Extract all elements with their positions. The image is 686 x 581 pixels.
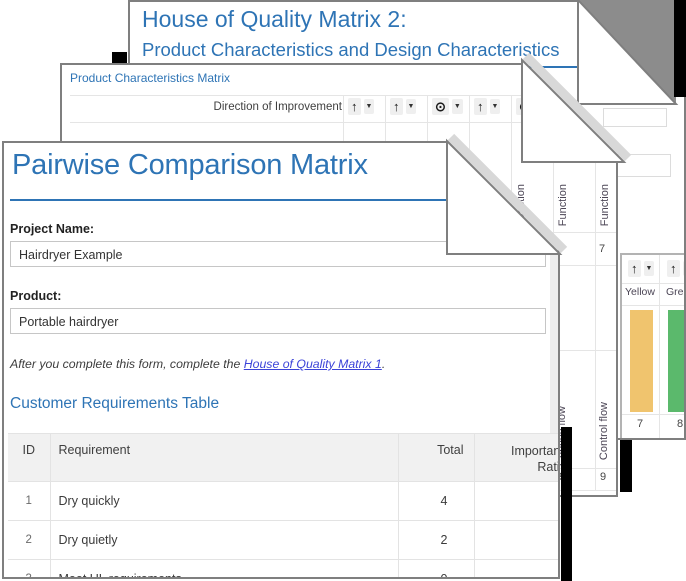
up-arrow-icon: ↑ xyxy=(628,260,641,277)
target-icon: ⊙ xyxy=(432,98,449,115)
bar-yellow xyxy=(630,310,653,412)
direction-dropdown[interactable]: ↑ ▼ xyxy=(628,260,654,277)
chevron-down-icon[interactable]: ▼ xyxy=(364,99,375,114)
importance-cell[interactable] xyxy=(474,560,560,580)
requirement-cell[interactable]: Dry quickly xyxy=(50,482,398,521)
direction-dropdown[interactable]: ⊙ ▼ xyxy=(432,98,463,115)
characteristic-label: Function xyxy=(599,184,611,226)
back-matrix-fragment: ↑ ▼ ↑ ▼ Yellow Green 7 8 xyxy=(620,253,686,440)
table-header-row: ID Requirement Total Importance Rating xyxy=(8,434,560,482)
importance-cell[interactable] xyxy=(474,482,560,521)
up-arrow-icon: ↑ xyxy=(348,98,361,115)
column-number: 9 xyxy=(600,471,606,483)
table-row: 1 Dry quickly 4 xyxy=(8,482,560,521)
title-rule xyxy=(10,199,448,201)
back-page-right-shadow xyxy=(674,0,686,97)
bar-green xyxy=(668,310,686,412)
column-header-id: ID xyxy=(8,434,50,482)
total-cell: 4 xyxy=(398,482,474,521)
fold-inner-shade xyxy=(550,253,558,443)
table-row: 3 Meet UL requirements 0 xyxy=(8,560,560,580)
column-label: Green xyxy=(662,286,686,298)
direction-dropdown[interactable]: ↑ ▼ xyxy=(474,98,500,115)
back-project-field-fragment[interactable] xyxy=(603,108,667,127)
instruction-note: After you complete this form, complete t… xyxy=(10,357,385,371)
direction-of-improvement-label: Direction of Improvement xyxy=(70,101,342,113)
back-page-subtitle: Product Characteristics and Design Chara… xyxy=(142,39,559,61)
chevron-down-icon[interactable]: ▼ xyxy=(490,99,501,114)
direction-dropdown[interactable]: ↑ ▼ xyxy=(390,98,416,115)
front-page-right-shadow xyxy=(561,427,572,581)
total-cell: 0 xyxy=(398,560,474,580)
direction-dropdown[interactable]: ⊙ ▼ xyxy=(516,98,547,115)
characteristic-label: Function xyxy=(557,184,569,226)
project-name-input[interactable]: Hairdryer Example xyxy=(10,241,546,267)
product-input[interactable]: Portable hairdryer xyxy=(10,308,546,334)
importance-cell[interactable] xyxy=(474,521,560,560)
project-name-label: Project Name: xyxy=(10,222,94,236)
house-of-quality-matrix-1-link[interactable]: House of Quality Matrix 1 xyxy=(244,357,382,371)
column-number: 7 xyxy=(599,243,605,255)
up-arrow-icon: ↑ xyxy=(667,260,680,277)
column-header-total: Total xyxy=(398,434,474,482)
column-header-importance: Importance Rating xyxy=(474,434,560,482)
column-label: Yellow xyxy=(622,286,658,298)
table-row: 2 Dry quietly 2 xyxy=(8,521,560,560)
direction-dropdown[interactable]: ↑ ▼ xyxy=(348,98,374,115)
chevron-down-icon[interactable]: ▼ xyxy=(644,261,655,276)
front-page-pairwise-comparison: Pairwise Comparison Matrix Project Name:… xyxy=(2,141,560,579)
up-arrow-icon: ↑ xyxy=(474,98,487,115)
note-period: . xyxy=(382,357,385,371)
page-title: Pairwise Comparison Matrix xyxy=(12,149,368,182)
row-id: 1 xyxy=(8,482,50,521)
column-header-requirement: Requirement xyxy=(50,434,398,482)
requirement-cell[interactable]: Dry quietly xyxy=(50,521,398,560)
page-stack: House of Quality Matrix 2: Product Chara… xyxy=(0,0,686,581)
product-label: Product: xyxy=(10,289,61,303)
up-arrow-icon: ↑ xyxy=(390,98,403,115)
customer-requirements-table: ID Requirement Total Importance Rating 1… xyxy=(8,433,560,579)
chevron-down-icon[interactable]: ▼ xyxy=(683,261,686,276)
column-value: 7 xyxy=(622,418,658,430)
back-page-title: House of Quality Matrix 2: xyxy=(142,6,407,33)
back-page-left-shadow-tip xyxy=(112,52,127,63)
row-id: 3 xyxy=(8,560,50,580)
column-value: 8 xyxy=(662,418,686,430)
chevron-down-icon[interactable]: ▼ xyxy=(406,99,417,114)
direction-dropdown[interactable]: ↑ ▼ xyxy=(667,260,686,277)
requirement-cell[interactable]: Meet UL requirements xyxy=(50,560,398,580)
middle-page-right-shadow xyxy=(620,440,632,492)
total-cell: 2 xyxy=(398,521,474,560)
matrix-heading: Product Characteristics Matrix xyxy=(70,71,230,85)
customer-requirements-heading: Customer Requirements Table xyxy=(10,395,219,413)
characteristic-label: Control flow xyxy=(598,402,610,460)
note-text: After you complete this form, complete t… xyxy=(10,357,244,371)
target-icon: ⊙ xyxy=(516,98,533,115)
chevron-down-icon[interactable]: ▼ xyxy=(536,99,547,114)
row-id: 2 xyxy=(8,521,50,560)
chevron-down-icon[interactable]: ▼ xyxy=(452,99,463,114)
